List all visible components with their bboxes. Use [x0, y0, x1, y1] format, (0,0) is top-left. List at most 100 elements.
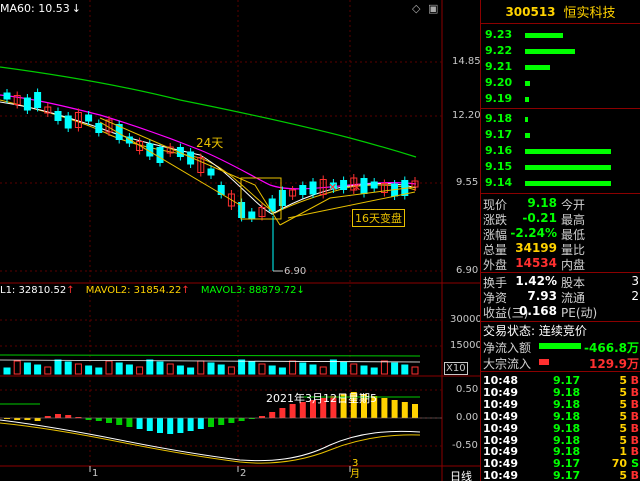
- candle-body: [360, 178, 368, 194]
- x-label-month: 2: [240, 468, 247, 479]
- quote-row: 涨幅 -2.24% 最低: [481, 226, 640, 242]
- macd-bar: [116, 418, 123, 425]
- macd-bar: [65, 415, 72, 418]
- volume-axis-label: 30000: [450, 314, 480, 325]
- flow-label: 净流入额: [483, 341, 532, 355]
- flow-row: 大宗流入 129.9万: [481, 355, 640, 371]
- buy-price: 9.18: [485, 112, 513, 125]
- volume-unit: X10: [444, 362, 468, 375]
- volume-bar: [136, 366, 144, 375]
- volume-bar: [23, 362, 31, 375]
- macd-bar: [55, 414, 61, 418]
- volume-bar: [268, 365, 276, 375]
- volume-bar: [238, 359, 246, 375]
- annotation-16-days: 16天变盘: [352, 209, 405, 227]
- vol-ma-line: [0, 354, 421, 357]
- macd-bar: [34, 418, 41, 421]
- macd-axis-label: -0.50: [452, 440, 478, 451]
- buy-level-row[interactable]: 9.15: [481, 160, 640, 176]
- volume-bar: [278, 367, 286, 375]
- quote-value: 2: [631, 289, 639, 303]
- price-axis-label: 9.55: [456, 177, 479, 188]
- price-axis-label: 14.85: [452, 56, 480, 67]
- volume-bar: [115, 362, 123, 375]
- macd-bar: [238, 418, 245, 421]
- candle-body: [85, 114, 93, 122]
- stock-name: 恒实科技: [563, 6, 616, 21]
- ma60-legend: MA60: 10.53 ↓: [0, 2, 81, 15]
- macd-bar: [146, 418, 153, 431]
- macd-axis-label: 0.50: [456, 384, 479, 395]
- macd-bar: [228, 418, 235, 423]
- quote-value: 34199: [515, 241, 557, 255]
- volume-bar: [74, 363, 82, 375]
- restore-icon[interactable]: ◇: [412, 2, 420, 15]
- quote-label: PE(动): [561, 306, 598, 320]
- sell-level-row[interactable]: 9.20: [481, 76, 640, 92]
- quote-value: 1.42%: [515, 274, 557, 288]
- quote-row: 现价 9.18 今开: [481, 196, 640, 212]
- quote-row: 净资 7.93 流通 2: [481, 289, 640, 305]
- buy-level-row[interactable]: 9.18: [481, 112, 640, 128]
- sell-level-row[interactable]: 9.21: [481, 60, 640, 76]
- price-axis-label: 12.20: [452, 110, 480, 121]
- tick-time: 10:49: [483, 469, 519, 481]
- candle-body: [278, 190, 286, 206]
- sell-price: 9.19: [485, 92, 513, 105]
- candle-body: [64, 115, 72, 129]
- quote-value: 3: [631, 274, 639, 288]
- quote-label: 外盘: [483, 258, 508, 272]
- period-label[interactable]: 日线: [450, 468, 472, 481]
- buy-level-row[interactable]: 9.14: [481, 176, 640, 192]
- volume-bar: [3, 367, 11, 375]
- volume-bar: [350, 363, 358, 375]
- candle-body: [95, 123, 103, 133]
- close-icon[interactable]: ▣: [428, 2, 438, 15]
- candle-body: [309, 181, 317, 195]
- tick-flag: B: [630, 469, 639, 481]
- macd-bar: [95, 418, 102, 421]
- sell-price: 9.20: [485, 76, 513, 89]
- annotation-24-days: 24天: [196, 136, 224, 150]
- volume-bar: [227, 366, 235, 375]
- quote-row: 收益(三) 0.168 PE(动): [481, 304, 640, 320]
- macd-axis-label: 0.00: [456, 412, 479, 423]
- flow-value: -466.8万: [584, 341, 639, 355]
- volume-bar: [176, 365, 184, 375]
- buy-price: 9.16: [485, 144, 513, 157]
- macd-bar: [279, 408, 286, 418]
- tick-row: 10:49 9.17 5 B: [481, 469, 640, 481]
- date-note: 2021年3月12日星期5: [266, 392, 377, 405]
- sell-level-row[interactable]: 9.19: [481, 92, 640, 108]
- sell-volume-bar: [525, 49, 575, 54]
- buy-volume-bar: [525, 117, 528, 122]
- candle-body: [248, 211, 256, 219]
- quote-value: -0.21: [522, 211, 557, 225]
- macd-bar: [269, 412, 276, 418]
- buy-level-row[interactable]: 9.16: [481, 144, 640, 160]
- volume-bar: [289, 360, 297, 375]
- volume-bar: [411, 366, 419, 375]
- kline-svg: ✕ ✕: [0, 0, 480, 481]
- quote-row: 换手 1.42% 股本 3: [481, 274, 640, 290]
- macd-bar: [289, 404, 296, 418]
- candle-body: [3, 92, 11, 100]
- buy-volume-bar: [525, 181, 611, 186]
- sell-level-row[interactable]: 9.23: [481, 28, 640, 44]
- sell-volume-bar: [525, 97, 529, 102]
- flow-row: 净流入额 -466.8万: [481, 339, 640, 355]
- volume-bar: [166, 363, 174, 375]
- sell-level-row[interactable]: 9.22: [481, 44, 640, 60]
- ma-white-line: [0, 101, 417, 215]
- kline-chart-area[interactable]: ✕ ✕ MA60: 10.53 ↓ ◇ ▣ 14.85 12.20 9.55 6.…: [0, 0, 480, 481]
- tick-price: 9.17: [553, 469, 581, 481]
- volume-bar: [13, 360, 21, 375]
- macd-bar: [381, 398, 388, 418]
- svg-text:✕: ✕: [328, 181, 337, 194]
- volume-bar: [207, 362, 215, 375]
- volume-bar: [44, 366, 52, 375]
- buy-volume-bar: [525, 149, 611, 154]
- quote-value: 14534: [515, 256, 557, 270]
- sell-volume-bar: [525, 81, 531, 86]
- buy-level-row[interactable]: 9.17: [481, 128, 640, 144]
